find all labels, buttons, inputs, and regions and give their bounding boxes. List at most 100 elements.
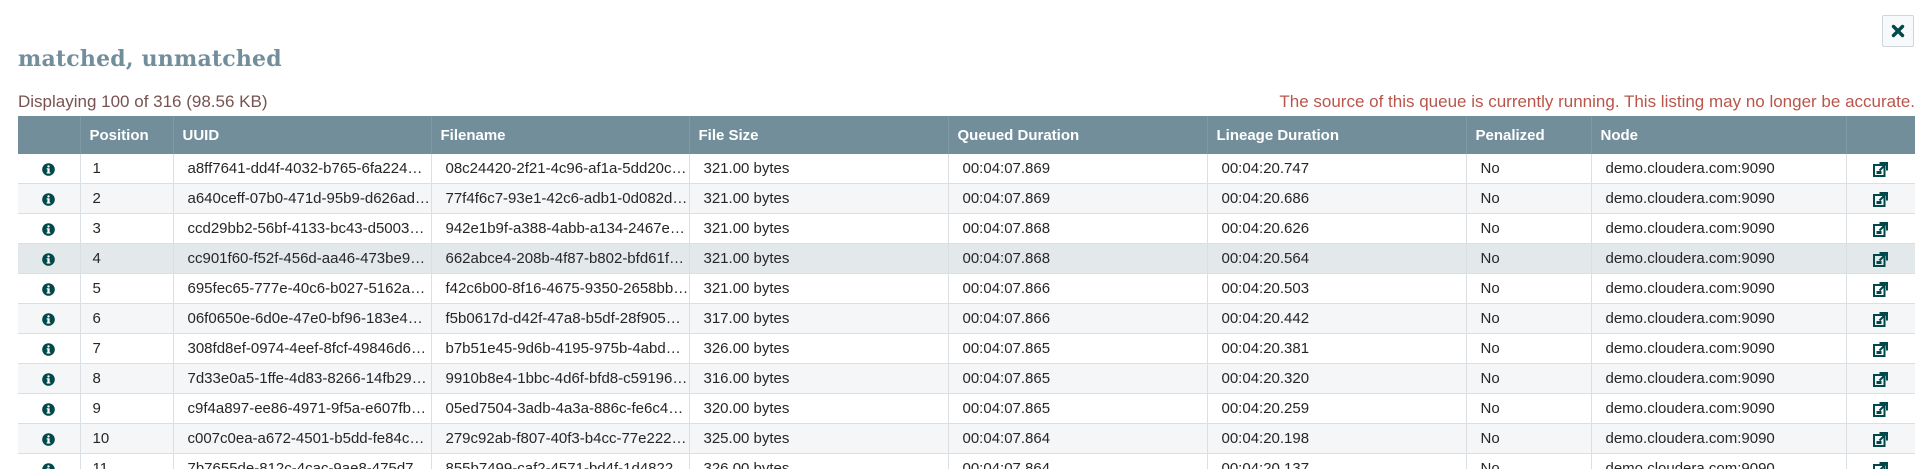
column-header-node[interactable]: Node (1591, 116, 1847, 154)
provenance-icon[interactable] (1873, 251, 1889, 267)
info-circle-icon[interactable] (42, 282, 56, 296)
queued-duration: 00:04:07.865 (948, 393, 1208, 424)
info-circle-icon[interactable] (42, 162, 56, 176)
flowfile-uuid: ccd29bb2-56bf-4133-bc43-d50032a8e7f0 (173, 213, 432, 244)
flowfile-position: 8 (80, 363, 174, 394)
column-header-queued-duration[interactable]: Queued Duration (948, 116, 1208, 154)
flowfile-details-cell (18, 183, 81, 214)
close-button[interactable] (1882, 15, 1914, 47)
info-circle-icon[interactable] (42, 312, 56, 326)
cluster-node: demo.cloudera.com:9090 (1591, 183, 1847, 214)
flowfile-size: 317.00 bytes (689, 303, 949, 334)
flowfile-filename: f5b0617d-d42f-47a8-b5df-28f9057c1e36 (431, 303, 690, 334)
flowfile-position: 7 (80, 333, 174, 364)
flowfile-filename: f42c6b00-8f16-4675-9350-2658bbe1a074 (431, 273, 690, 304)
flowfile-size: 326.00 bytes (689, 453, 949, 469)
penalized-status: No (1466, 453, 1592, 469)
column-header-filename[interactable]: Filename (431, 116, 690, 154)
lineage-duration: 00:04:20.747 (1207, 154, 1467, 184)
flowfile-filename: 279c92ab-f807-40f3-b4cc-77e2229d0b58 (431, 423, 690, 454)
table-row: 4cc901f60-f52f-456d-aa46-473be96c0e12662… (18, 243, 1915, 274)
cluster-node: demo.cloudera.com:9090 (1591, 393, 1847, 424)
flowfile-size: 321.00 bytes (689, 273, 949, 304)
provenance-action-cell (1846, 333, 1915, 364)
flowfile-position: 2 (80, 183, 174, 214)
column-header-uuid[interactable]: UUID (173, 116, 432, 154)
info-circle-icon[interactable] (42, 222, 56, 236)
lineage-duration: 00:04:20.626 (1207, 213, 1467, 244)
table-header-row: Position UUID Filename File Size Queued … (18, 116, 1915, 154)
provenance-icon[interactable] (1873, 371, 1889, 387)
penalized-status: No (1466, 154, 1592, 184)
queue-listing-table: Position UUID Filename File Size Queued … (18, 116, 1915, 469)
provenance-action-cell (1846, 303, 1915, 334)
flowfile-details-cell (18, 333, 81, 364)
flowfile-filename: 855b7499-caf2-4571-bd4f-1d4822f0b7a9 (431, 453, 690, 469)
provenance-icon[interactable] (1873, 221, 1889, 237)
flowfile-uuid: c9f4a897-ee86-4971-9f5a-e607fba1d3c2 (173, 393, 432, 424)
info-circle-icon[interactable] (42, 462, 56, 469)
queued-duration: 00:04:07.865 (948, 363, 1208, 394)
flowfile-size: 325.00 bytes (689, 423, 949, 454)
table-row: 606f0650e-6d0e-47e0-bf96-183e4af2b5c7f5b… (18, 303, 1915, 334)
provenance-icon[interactable] (1873, 161, 1889, 177)
flowfile-position: 3 (80, 213, 174, 244)
flowfile-position: 4 (80, 243, 174, 274)
info-circle-icon[interactable] (42, 252, 56, 266)
lineage-duration: 00:04:20.320 (1207, 363, 1467, 394)
table-row: 9c9f4a897-ee86-4971-9f5a-e607fba1d3c205e… (18, 393, 1915, 424)
lineage-duration: 00:04:20.503 (1207, 273, 1467, 304)
close-icon (1891, 24, 1905, 38)
flowfile-size: 321.00 bytes (689, 154, 949, 184)
provenance-icon[interactable] (1873, 341, 1889, 357)
queue-listing-table-container[interactable]: Position UUID Filename File Size Queued … (18, 116, 1915, 469)
info-circle-icon[interactable] (42, 402, 56, 416)
flowfile-filename: 08c24420-2f21-4c96-af1a-5dd20cf5c7e1 (431, 154, 690, 184)
flowfile-uuid: cc901f60-f52f-456d-aa46-473be96c0e12 (173, 243, 432, 274)
info-circle-icon[interactable] (42, 192, 56, 206)
column-header-position[interactable]: Position (80, 116, 174, 154)
flowfile-filename: 942e1b9f-a388-4abb-a134-2467e5b0d913 (431, 213, 690, 244)
queued-duration: 00:04:07.865 (948, 333, 1208, 364)
flowfile-size: 320.00 bytes (689, 393, 949, 424)
queued-duration: 00:04:07.864 (948, 423, 1208, 454)
provenance-icon[interactable] (1873, 281, 1889, 297)
info-circle-icon[interactable] (42, 432, 56, 446)
lineage-duration: 00:04:20.381 (1207, 333, 1467, 364)
flowfile-uuid: c007c0ea-a672-4501-b5dd-fe84cb2e91f4 (173, 423, 432, 454)
provenance-icon[interactable] (1873, 461, 1889, 469)
info-circle-icon[interactable] (42, 342, 56, 356)
provenance-icon[interactable] (1873, 431, 1889, 447)
flowfile-details-cell (18, 423, 81, 454)
cluster-node: demo.cloudera.com:9090 (1591, 363, 1847, 394)
info-circle-icon[interactable] (42, 372, 56, 386)
lineage-duration: 00:04:20.564 (1207, 243, 1467, 274)
lineage-duration: 00:04:20.137 (1207, 453, 1467, 469)
penalized-status: No (1466, 393, 1592, 424)
flowfile-details-cell (18, 243, 81, 274)
flowfile-filename: 77f4f6c7-93e1-42c6-adb1-0d082d3c9a51 (431, 183, 690, 214)
provenance-action-cell (1846, 423, 1915, 454)
flowfile-size: 321.00 bytes (689, 213, 949, 244)
provenance-icon[interactable] (1873, 191, 1889, 207)
provenance-icon[interactable] (1873, 311, 1889, 327)
provenance-icon[interactable] (1873, 401, 1889, 417)
provenance-action-cell (1846, 273, 1915, 304)
flowfile-details-cell (18, 453, 81, 469)
dialog-title: matched, unmatched (18, 46, 282, 72)
provenance-action-cell (1846, 243, 1915, 274)
running-warning: The source of this queue is currently ru… (1279, 92, 1915, 111)
flowfile-position: 9 (80, 393, 174, 424)
flowfile-filename: 662abce4-208b-4f87-b802-bfd61f7a3e45 (431, 243, 690, 274)
table-row: 5695fec65-777e-40c6-b027-5162a7d3f9b8f42… (18, 273, 1915, 304)
column-header-lineage-duration[interactable]: Lineage Duration (1207, 116, 1467, 154)
flowfile-size: 326.00 bytes (689, 333, 949, 364)
provenance-action-cell (1846, 453, 1915, 469)
column-header-actions (1846, 116, 1915, 154)
flowfile-filename: b7b51e45-9d6b-4195-975b-4abd8c2f6e19 (431, 333, 690, 364)
flowfile-uuid: 308fd8ef-0974-4eef-8fcf-49846d6a0b23 (173, 333, 432, 364)
flowfile-uuid: 06f0650e-6d0e-47e0-bf96-183e4af2b5c7 (173, 303, 432, 334)
column-header-penalized[interactable]: Penalized (1466, 116, 1592, 154)
cluster-node: demo.cloudera.com:9090 (1591, 333, 1847, 364)
column-header-file-size[interactable]: File Size (689, 116, 949, 154)
